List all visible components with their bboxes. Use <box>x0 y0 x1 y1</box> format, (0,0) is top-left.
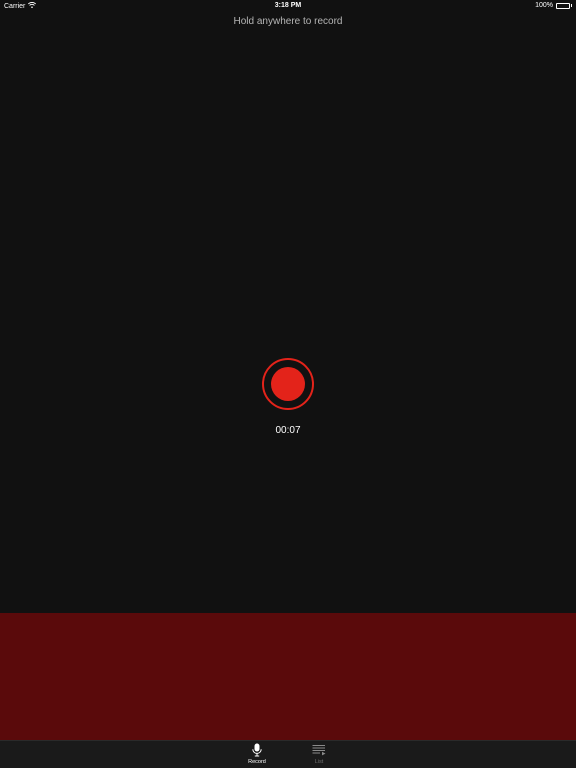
recorder-screen[interactable]: Carrier 3:18 PM 100% Hold anywhere to re… <box>0 0 576 768</box>
tab-record-label: Record <box>248 759 266 765</box>
status-bar: Carrier 3:18 PM 100% <box>0 0 576 12</box>
tab-bar: Record List <box>0 740 576 768</box>
tab-list-label: List <box>314 759 324 765</box>
record-button[interactable] <box>262 358 314 410</box>
record-hint: Hold anywhere to record <box>233 16 343 27</box>
microphone-icon <box>252 743 262 757</box>
status-right: 100% <box>535 2 572 9</box>
battery-icon <box>556 2 570 9</box>
recording-timer: 00:07 <box>275 425 301 436</box>
tab-list[interactable]: List <box>299 743 339 768</box>
status-time: 3:18 PM <box>274 2 302 9</box>
record-dot-icon <box>271 367 305 401</box>
playlist-icon <box>312 745 326 756</box>
battery-tip <box>571 4 572 7</box>
audio-level-panel <box>0 613 576 740</box>
battery-percent: 100% <box>535 2 553 9</box>
tab-record[interactable]: Record <box>237 743 277 768</box>
